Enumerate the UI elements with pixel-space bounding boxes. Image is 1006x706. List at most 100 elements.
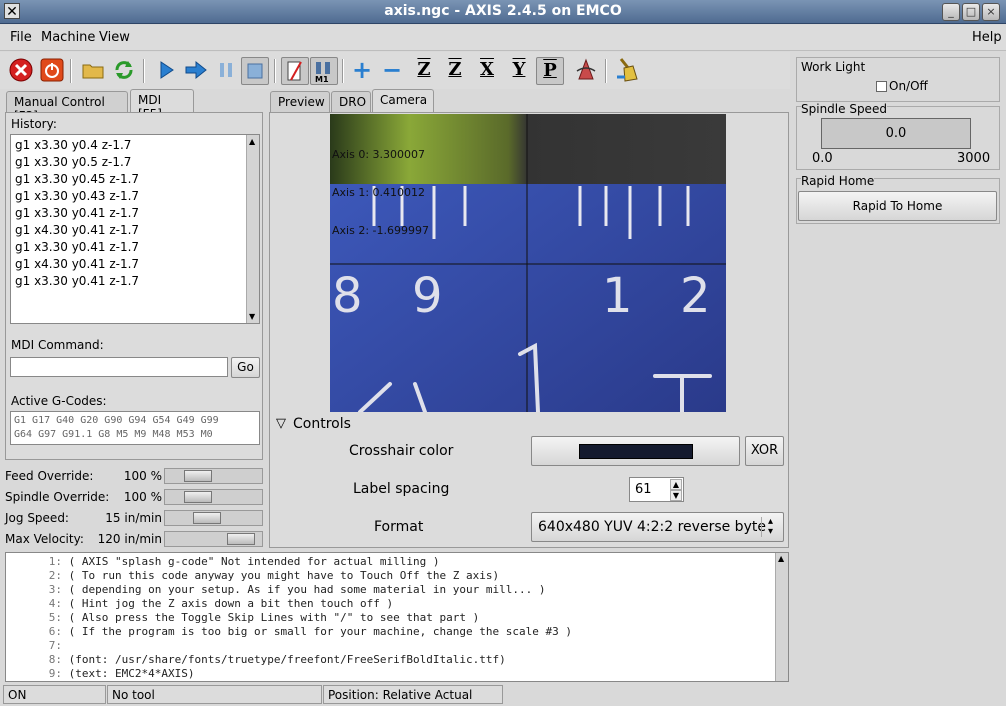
- step-icon[interactable]: [182, 57, 210, 85]
- history-list[interactable]: g1 x3.30 y0.4 z-1.7 g1 x3.30 y0.5 z-1.7 g1…: [10, 134, 260, 324]
- spindle-speed-title: Spindle Speed: [801, 102, 887, 116]
- history-item[interactable]: g1 x3.30 y0.41 z-1.7: [15, 240, 139, 254]
- xor-button[interactable]: XOR: [745, 436, 784, 466]
- label-spacing-value[interactable]: 61: [635, 482, 652, 497]
- go-button[interactable]: Go: [231, 357, 260, 378]
- format-select[interactable]: 640x480 YUV 4:2:2 reverse byte ▴ ▾: [531, 512, 784, 542]
- scroll-up-icon[interactable]: ▲: [778, 554, 784, 563]
- camera-view[interactable]: Axis 0: 3.300007 Axis 1: 0.410012 Axis 2…: [330, 114, 726, 412]
- toolbar-separator: [70, 59, 72, 83]
- line-text: ( To run this code anyway you might have…: [68, 569, 500, 582]
- history-item[interactable]: g1 x3.30 y0.41 z-1.7: [15, 206, 139, 220]
- scale-digit: 9: [412, 268, 443, 324]
- tab-manual-control[interactable]: Manual Control [F3]: [6, 91, 128, 123]
- tab-camera[interactable]: Camera: [372, 89, 434, 113]
- spin-down-icon[interactable]: ▼: [670, 490, 682, 501]
- line-number: 1:: [48, 555, 62, 568]
- run-icon[interactable]: [152, 57, 180, 85]
- gcode-line[interactable]: 3: ( depending on your setup. As if you …: [10, 583, 546, 596]
- view-p-icon[interactable]: P: [536, 57, 564, 85]
- history-item[interactable]: g1 x3.30 y0.5 z-1.7: [15, 155, 131, 169]
- gcode-line[interactable]: 1: ( AXIS "splash g-code" Not intended f…: [10, 555, 440, 568]
- history-item[interactable]: g1 x4.30 y0.41 z-1.7: [15, 257, 139, 271]
- override-slider[interactable]: [164, 468, 263, 484]
- mdi-command-input[interactable]: [10, 357, 228, 377]
- block-delete-icon[interactable]: [281, 57, 309, 85]
- power-icon[interactable]: [38, 57, 66, 85]
- scroll-down-icon[interactable]: ▼: [249, 312, 255, 321]
- spindle-max-label: 3000: [957, 151, 991, 166]
- work-light-checkbox[interactable]: [876, 81, 887, 92]
- gcode-scrollbar[interactable]: ▲: [775, 553, 788, 681]
- gcode-line[interactable]: 2: ( To run this code anyway you might h…: [10, 569, 499, 582]
- label-spacing-label: Label spacing: [353, 481, 450, 497]
- close-window-button[interactable]: ×: [982, 3, 1000, 21]
- line-number: 7:: [48, 639, 62, 652]
- open-folder-icon[interactable]: [79, 57, 107, 85]
- history-item[interactable]: g1 x3.30 y0.41 z-1.7: [15, 274, 139, 288]
- override-value: 120 in/min: [97, 532, 162, 546]
- rapid-to-home-button[interactable]: Rapid To Home: [798, 191, 997, 221]
- override-slider[interactable]: [164, 489, 263, 505]
- reload-icon[interactable]: [110, 57, 138, 85]
- axis1-readout: Axis 1: 0.410012: [332, 186, 426, 199]
- controls-expander-icon[interactable]: ▽: [276, 416, 286, 431]
- history-item[interactable]: g1 x3.30 y0.43 z-1.7: [15, 189, 139, 203]
- view-z2-icon[interactable]: Z: [441, 57, 469, 85]
- line-text: ( Also press the Toggle Skip Lines with …: [68, 611, 480, 624]
- optional-stop-icon[interactable]: M1: [310, 57, 338, 85]
- stop-icon[interactable]: [241, 57, 269, 85]
- menu-machine[interactable]: Machine: [41, 30, 95, 45]
- menu-view[interactable]: View: [99, 30, 130, 45]
- status-position: Position: Relative Actual: [323, 685, 503, 704]
- active-gcodes-label: Active G-Codes:: [11, 394, 107, 408]
- slider-handle[interactable]: [227, 533, 255, 545]
- rotate-view-icon[interactable]: [572, 57, 600, 85]
- gcode-listing[interactable]: 1: ( AXIS "splash g-code" Not intended f…: [5, 552, 789, 682]
- crosshair-color-label: Crosshair color: [349, 443, 454, 459]
- zoom-out-icon[interactable]: −: [378, 57, 406, 85]
- label-spacing-spinner[interactable]: 61 ▲ ▼: [629, 477, 684, 502]
- override-label: Feed Override:: [5, 469, 94, 483]
- estop-icon[interactable]: [7, 57, 35, 85]
- slider-handle[interactable]: [184, 470, 212, 482]
- menu-file[interactable]: File: [10, 30, 32, 45]
- gcode-line[interactable]: 4: ( Hint jog the Z axis down a bit then…: [10, 597, 393, 610]
- override-slider[interactable]: [164, 510, 263, 526]
- minimize-button[interactable]: _: [942, 3, 960, 21]
- line-number: 5:: [48, 611, 62, 624]
- view-z-icon[interactable]: Z: [410, 57, 438, 85]
- history-scrollbar[interactable]: ▲ ▼: [246, 135, 259, 323]
- gcode-line[interactable]: 6: ( If the program is too big or small …: [10, 625, 572, 638]
- tab-preview[interactable]: Preview: [270, 91, 330, 113]
- history-item[interactable]: g1 x3.30 y0.45 z-1.7: [15, 172, 139, 186]
- zoom-in-icon[interactable]: +: [348, 57, 376, 85]
- override-slider[interactable]: [164, 531, 263, 547]
- controls-header[interactable]: Controls: [293, 416, 351, 432]
- line-text: (text: EMC2*4*AXIS): [68, 667, 195, 680]
- history-item[interactable]: g1 x4.30 y0.41 z-1.7: [15, 223, 139, 237]
- spindle-speed-bar: 0.0: [821, 118, 971, 149]
- spin-up-icon[interactable]: ▲: [670, 479, 682, 490]
- tab-dro[interactable]: DRO: [331, 91, 371, 113]
- tab-mdi[interactable]: MDI [F5]: [130, 89, 194, 121]
- status-tool: No tool: [107, 685, 322, 704]
- pause-icon[interactable]: [212, 57, 240, 85]
- gcode-line[interactable]: 8: (font: /usr/share/fonts/truetype/free…: [10, 653, 506, 666]
- slider-handle[interactable]: [193, 512, 221, 524]
- gcode-line[interactable]: 7:: [10, 639, 69, 652]
- crosshair-color-button[interactable]: [531, 436, 740, 466]
- gcode-line[interactable]: 9: (text: EMC2*4*AXIS): [10, 667, 195, 680]
- clear-plot-icon[interactable]: [612, 57, 640, 85]
- line-text: ( AXIS "splash g-code" Not intended for …: [68, 555, 440, 568]
- gcode-line[interactable]: 5: ( Also press the Toggle Skip Lines wi…: [10, 611, 479, 624]
- scroll-up-icon[interactable]: ▲: [249, 137, 255, 146]
- spindle-speed-value: 0.0: [885, 126, 907, 141]
- maximize-button[interactable]: □: [962, 3, 980, 21]
- menu-help[interactable]: Help: [972, 30, 1002, 45]
- view-y-icon[interactable]: Y: [505, 57, 533, 85]
- line-text: ( If the program is too big or small for…: [68, 625, 572, 638]
- view-x-icon[interactable]: X: [473, 57, 501, 85]
- slider-handle[interactable]: [184, 491, 212, 503]
- history-item[interactable]: g1 x3.30 y0.4 z-1.7: [15, 138, 131, 152]
